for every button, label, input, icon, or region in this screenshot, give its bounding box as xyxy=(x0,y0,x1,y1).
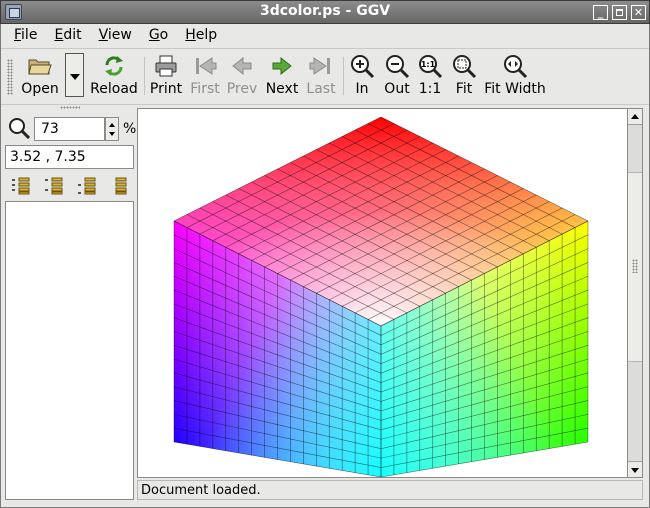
zoom-1to1-button[interactable]: 1:1 1:1 xyxy=(415,51,445,101)
open-recent-dropdown[interactable] xyxy=(65,53,84,97)
mark-all-icon[interactable] xyxy=(11,177,31,195)
zoom-input[interactable]: 73 xyxy=(34,117,105,141)
panel-grip[interactable] xyxy=(60,106,80,109)
zoom-out-button[interactable]: Out xyxy=(380,51,414,101)
zoom-in-icon xyxy=(351,55,375,79)
maximize-icon[interactable] xyxy=(612,5,627,20)
toolbar-divider xyxy=(1,104,649,105)
last-page-button[interactable]: Last xyxy=(304,51,338,101)
arrow-right-icon xyxy=(272,56,292,76)
side-panel: 73 % 3.52 , 7.35 xyxy=(5,106,137,500)
title-bar: 3dcolor.ps - GGV _ ✕ xyxy=(0,0,650,24)
mark-odd-icon[interactable] xyxy=(77,177,97,195)
toolbar-grip[interactable] xyxy=(7,59,13,95)
open-button[interactable]: Open xyxy=(18,51,62,101)
scroll-up-icon[interactable] xyxy=(628,109,642,125)
window-title: 3dcolor.ps - GGV xyxy=(259,3,391,19)
zoom-in-button[interactable]: In xyxy=(346,51,378,101)
first-page-button[interactable]: First xyxy=(188,51,222,101)
arrow-left-icon xyxy=(232,56,252,76)
toolbar-separator xyxy=(144,57,145,95)
close-icon[interactable]: ✕ xyxy=(631,5,646,20)
document-view[interactable] xyxy=(137,108,630,478)
status-bar: Document loaded. xyxy=(137,480,643,500)
zoom-control: 73 % xyxy=(5,114,137,141)
toolbar-separator xyxy=(343,57,344,95)
unmark-all-icon[interactable] xyxy=(110,177,130,195)
scrollbar-thumb[interactable] xyxy=(628,172,642,362)
print-button[interactable]: Print xyxy=(148,51,184,101)
menu-view[interactable]: View xyxy=(90,25,140,47)
prev-page-button[interactable]: Prev xyxy=(225,51,259,101)
zoom-fit-icon xyxy=(453,55,477,79)
printer-icon xyxy=(155,55,177,77)
reload-icon xyxy=(105,56,123,76)
fit-width-button[interactable]: Fit Width xyxy=(483,51,547,101)
minimize-icon[interactable]: _ xyxy=(593,5,608,20)
menu-edit[interactable]: Edit xyxy=(45,25,89,47)
scroll-down-icon[interactable] xyxy=(628,461,642,477)
next-page-button[interactable]: Next xyxy=(263,51,301,101)
last-page-icon xyxy=(309,57,330,75)
zoom-out-icon xyxy=(386,55,410,79)
magnifier-icon xyxy=(9,118,30,139)
menu-bar: File Edit View Go Help xyxy=(5,25,225,47)
spin-down-icon[interactable] xyxy=(109,132,115,136)
first-page-icon xyxy=(196,57,217,75)
menu-go[interactable]: Go xyxy=(140,25,176,47)
mark-buttons xyxy=(5,174,135,196)
color-cube-image xyxy=(173,116,589,477)
mark-even-icon[interactable] xyxy=(44,177,64,195)
toolbar: Open Reload Print First Prev Next Last I… xyxy=(1,49,649,104)
menu-help[interactable]: Help xyxy=(176,25,225,47)
coordinates-display: 3.52 , 7.35 xyxy=(5,145,134,169)
zoom-unit-label: % xyxy=(123,121,137,137)
main-window: File Edit View Go Help Open Reload Print… xyxy=(0,24,650,508)
zoom-actual-size-icon: 1:1 xyxy=(419,55,443,79)
menu-file[interactable]: File xyxy=(5,25,45,47)
reload-button[interactable]: Reload xyxy=(89,51,139,101)
svg-text:1:1: 1:1 xyxy=(421,60,436,69)
fit-page-button[interactable]: Fit xyxy=(449,51,479,101)
page-list[interactable] xyxy=(5,201,134,500)
vertical-scrollbar[interactable] xyxy=(627,108,643,478)
spin-up-icon[interactable] xyxy=(109,123,115,127)
zoom-spinner[interactable] xyxy=(105,117,119,141)
folder-open-icon xyxy=(28,59,52,75)
zoom-fit-width-icon xyxy=(504,55,528,79)
